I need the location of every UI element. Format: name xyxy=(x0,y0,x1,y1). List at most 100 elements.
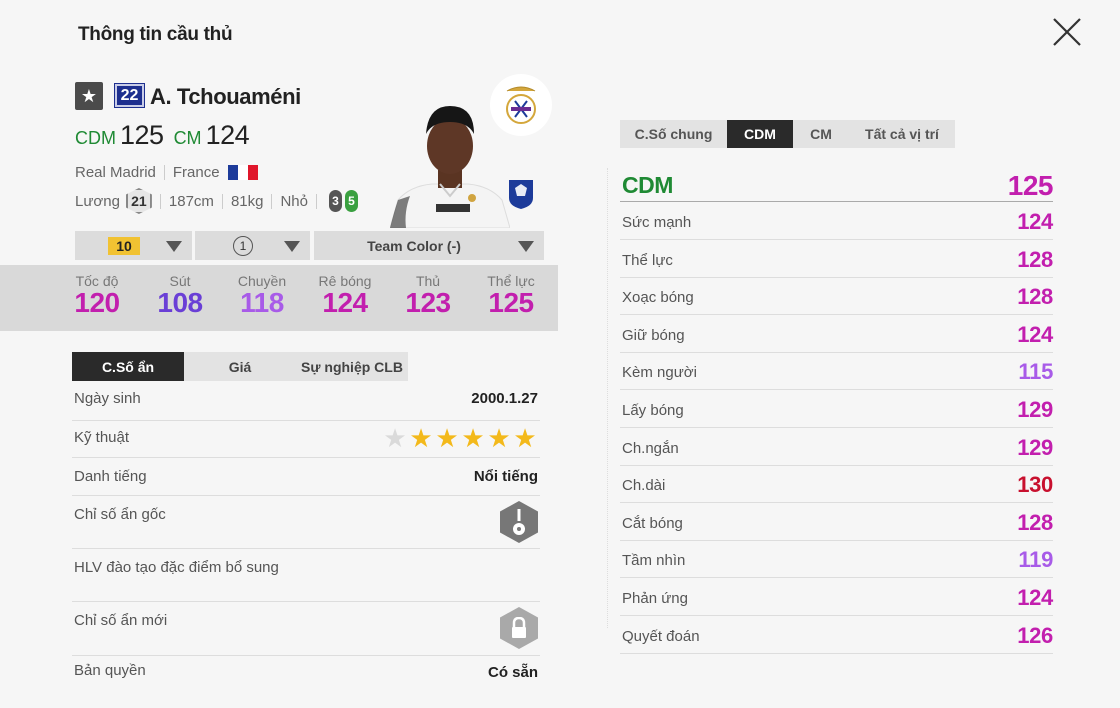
attribute-value: 129 xyxy=(1017,397,1053,422)
tab-hidden-stats[interactable]: C.Số ẩn xyxy=(72,352,184,381)
body-type: Nhỏ xyxy=(280,192,308,210)
row-label: Bản quyền xyxy=(74,662,146,679)
attribute-label: Lấy bóng xyxy=(622,402,684,419)
tab-price[interactable]: Giá xyxy=(184,352,296,381)
tab-all-positions[interactable]: Tất cả vị trí xyxy=(849,120,955,148)
tab-cm[interactable]: CM xyxy=(793,120,849,148)
row-label: Ngày sinh xyxy=(74,390,141,407)
divider xyxy=(163,165,165,180)
attribute-value: 126 xyxy=(1017,622,1053,648)
position-label: CDM xyxy=(75,128,116,148)
nation-name: France xyxy=(172,164,220,181)
attribute-row: Ch.ngắn 129 xyxy=(620,428,1053,466)
physical-info: Lương 21 187cm 81kg Nhỏ 3 5 xyxy=(75,188,358,214)
trait-icon[interactable] xyxy=(500,501,538,543)
level-chip: 10 xyxy=(108,236,140,255)
attribute-row: Phản ứng 124 xyxy=(620,578,1053,616)
attribute-label: Tầm nhìn xyxy=(622,552,686,570)
salary-label: Lương xyxy=(75,192,120,210)
attribute-value: 128 xyxy=(1017,509,1053,535)
france-flag-icon xyxy=(227,165,258,180)
level-selector[interactable]: 10 xyxy=(75,231,192,260)
stat-value: 108 xyxy=(157,287,203,318)
stat-value: 120 xyxy=(74,287,120,318)
attribute-value: 128 xyxy=(1017,284,1053,310)
attribute-row: Tầm nhìn 119 xyxy=(620,540,1053,579)
attribute-label: Ch.ngắn xyxy=(622,439,679,457)
stat-item: Sút 108 xyxy=(135,273,225,319)
stat-value: 123 xyxy=(405,287,451,318)
stat-item: Thủ 123 xyxy=(383,273,473,319)
position-overall: CDM 125 xyxy=(620,170,1054,202)
club-line: Real Madrid France xyxy=(75,164,258,181)
close-icon[interactable] xyxy=(1050,15,1084,49)
row-value: Nổi tiếng xyxy=(473,468,538,485)
attribute-label: Ch.dài xyxy=(622,477,666,495)
attribute-row: Thể lực 128 xyxy=(620,240,1053,278)
chevron-down-icon xyxy=(284,241,300,252)
attribute-label: Thể lực xyxy=(622,251,673,269)
position-ratings: CDM 125 CM 124 xyxy=(75,120,259,151)
tab-general-stats[interactable]: C.Số chung xyxy=(620,120,727,148)
club-name: Real Madrid xyxy=(75,164,156,181)
stat-item: Chuyền 118 xyxy=(217,273,307,319)
attribute-value: 128 xyxy=(1017,246,1053,272)
stat-value: 118 xyxy=(240,287,284,318)
team-color-level-selector[interactable]: 1 xyxy=(195,231,310,260)
attribute-label: Giữ bóng xyxy=(622,326,685,344)
attribute-row: Quyết đoán 126 xyxy=(620,616,1053,654)
foot-rating: 3 5 xyxy=(329,190,358,212)
lock-icon[interactable] xyxy=(500,607,538,649)
height: 187cm xyxy=(168,192,214,210)
left-foot-icon: 3 xyxy=(329,190,342,212)
divider xyxy=(221,193,223,209)
attribute-row: Sức mạnh 124 xyxy=(620,202,1053,240)
skill-stars: ★ ★ ★ ★ ★ ★ xyxy=(382,425,538,451)
star-icon: ★ xyxy=(461,423,485,453)
info-row-coach: HLV đào tạo đặc điểm bổ sung xyxy=(72,549,540,602)
player-name: A. Tchouaméni xyxy=(150,84,301,109)
star-icon: ★ xyxy=(409,423,433,453)
position-name: CDM xyxy=(622,172,673,198)
star-icon: ★ xyxy=(513,423,537,453)
stat-value: 125 xyxy=(488,287,534,318)
info-row-skill: Kỹ thuật ★ ★ ★ ★ ★ ★ xyxy=(72,421,540,458)
attribute-label: Quyết đoán xyxy=(622,627,700,645)
attribute-value: 124 xyxy=(1017,585,1053,610)
divider xyxy=(271,193,273,209)
row-value: 2000.1.27 xyxy=(471,390,538,407)
info-row-birth: Ngày sinh 2000.1.27 xyxy=(72,388,540,421)
stat-item: Tốc độ 120 xyxy=(52,273,142,319)
position-value: 125 xyxy=(120,120,164,150)
attribute-value: 115 xyxy=(1018,359,1053,385)
club-logo xyxy=(490,74,552,136)
attribute-row: Cắt bóng 128 xyxy=(620,503,1053,541)
nation-logo xyxy=(509,180,533,209)
team-color-label: Team Color (-) xyxy=(367,237,461,254)
divider xyxy=(607,168,608,628)
position-label: CM xyxy=(173,128,202,148)
info-tabs: C.Số ẩn Giá Sự nghiệp CLB xyxy=(72,352,408,381)
attribute-value: 124 xyxy=(1017,321,1053,347)
tab-club-career[interactable]: Sự nghiệp CLB xyxy=(296,352,408,381)
star-icon: ★ xyxy=(75,82,103,110)
position-overall-value: 125 xyxy=(1007,170,1054,201)
row-label: Chỉ số ẩn mới xyxy=(74,612,168,629)
tab-cdm[interactable]: CDM xyxy=(727,120,793,148)
attribute-value: 124 xyxy=(1017,209,1053,234)
attribute-label: Cắt bóng xyxy=(622,514,683,532)
attribute-row: Xoạc bóng 128 xyxy=(620,277,1053,316)
team-color-selector[interactable]: Team Color (-) xyxy=(314,231,544,260)
right-foot-icon: 5 xyxy=(345,190,358,212)
player-photo xyxy=(390,106,510,228)
info-row-new-traits: Chỉ số ẩn mới xyxy=(72,602,540,656)
attribute-value: 129 xyxy=(1017,434,1053,460)
star-empty-icon: ★ xyxy=(383,423,407,453)
row-label: Danh tiếng xyxy=(74,468,147,485)
row-label: Chỉ số ẩn gốc xyxy=(74,506,166,523)
attribute-row: Ch.dài 130 xyxy=(620,465,1053,504)
row-label: Kỹ thuật xyxy=(74,429,130,446)
row-value: Có sẵn xyxy=(487,664,538,681)
position-tabs: C.Số chung CDM CM Tất cả vị trí xyxy=(620,120,955,148)
attribute-label: Xoạc bóng xyxy=(622,289,694,307)
